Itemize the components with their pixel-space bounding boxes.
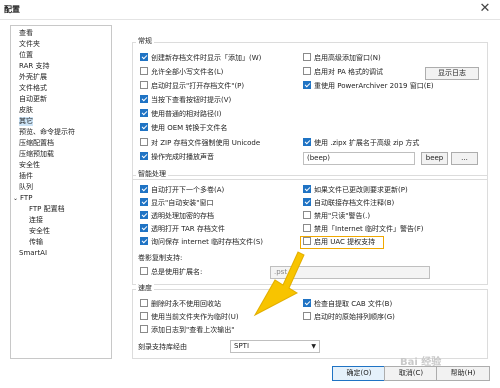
- general-option-11[interactable]: 重使用 PowerArchiver 2019 窗口(E): [303, 81, 434, 91]
- checkbox[interactable]: [140, 224, 148, 232]
- sidebar-item-locations[interactable]: 位置: [19, 51, 33, 60]
- sidebar-item-profiles[interactable]: 压缩配置档: [19, 139, 54, 148]
- checkbox[interactable]: [140, 109, 148, 117]
- checkbox[interactable]: [303, 312, 311, 320]
- ok-button[interactable]: 确定(O): [332, 366, 386, 381]
- smart-option-4[interactable]: 透明打开 TAR 存档文件: [140, 224, 225, 234]
- window-title: 配置: [4, 5, 20, 14]
- extension-input[interactable]: .pst: [270, 266, 430, 279]
- shadow-copy-label: 卷影复制支持:: [138, 254, 183, 262]
- sidebar-item-plugins[interactable]: 插件: [19, 172, 33, 181]
- checkbox[interactable]: [303, 81, 311, 89]
- checkbox[interactable]: [140, 198, 148, 206]
- sidebar-item-shell[interactable]: 外壳扩展: [19, 73, 47, 82]
- checkbox[interactable]: [140, 95, 148, 103]
- cancel-button[interactable]: 取消(C): [384, 366, 438, 381]
- smart-option-9[interactable]: 禁用「Internet 临时文件」警告(F): [303, 224, 424, 234]
- sidebar-item-security[interactable]: 安全性: [19, 161, 40, 170]
- smart-option-5[interactable]: 询问保存 internet 临时存档文件(S): [140, 237, 263, 247]
- smart-option-8[interactable]: 禁用"只读"警告(.): [303, 211, 370, 221]
- checkbox[interactable]: [140, 312, 148, 320]
- general-option-10[interactable]: 启用对 PA 格式的调试: [303, 67, 383, 77]
- checkbox[interactable]: [303, 299, 311, 307]
- checkbox[interactable]: [140, 211, 148, 219]
- smart-option-7[interactable]: 自动联接存档文件注释(B): [303, 198, 394, 208]
- checkbox[interactable]: [303, 67, 311, 75]
- section-speed-title: 速度: [136, 284, 154, 293]
- show-log-button[interactable]: 显示日志: [425, 67, 479, 80]
- browse-button[interactable]: ...: [451, 152, 478, 165]
- sidebar-item-connection[interactable]: 连接: [29, 216, 43, 225]
- settings-panel: 常规 创建新存档文件时显示「添加」(W) 允许全部小写文件名(L) 启动时显示"…: [120, 25, 490, 359]
- sidebar-item-view[interactable]: 查看: [19, 29, 33, 38]
- sidebar-item-smartai[interactable]: SmartAI: [19, 249, 47, 258]
- general-option-2[interactable]: 允许全部小写文件名(L): [140, 67, 223, 77]
- close-icon[interactable]: ✕: [478, 2, 492, 16]
- uac-highlight-box: [300, 236, 384, 249]
- general-option-1[interactable]: 创建新存档文件时显示「添加」(W): [140, 53, 261, 63]
- sidebar-item-label: FTP: [20, 194, 33, 202]
- general-option-9[interactable]: 启用高级添加窗口(N): [303, 53, 381, 63]
- general-option-6[interactable]: 使用 OEM 转换于文件名: [140, 123, 227, 133]
- smart-option-6[interactable]: 如果文件已更改则要求更新(P): [303, 185, 408, 195]
- sidebar-item-ftp[interactable]: ⌄ FTP: [13, 194, 32, 203]
- burn-engine-label: 刻录支持库经由: [138, 343, 187, 351]
- section-smart-title: 智能处理: [136, 170, 168, 179]
- burn-engine-select[interactable]: SPTI ▼: [230, 340, 320, 353]
- speed-option-5[interactable]: 启动时的原始排列顺序(G): [303, 312, 395, 322]
- watermark-logo: Bai 经验: [400, 357, 442, 368]
- smart-option-2[interactable]: 显示"自动安装"窗口: [140, 198, 213, 208]
- checkbox[interactable]: [140, 237, 148, 245]
- sidebar-item-preload[interactable]: 压缩预加载: [19, 150, 54, 159]
- checkbox[interactable]: [140, 123, 148, 131]
- title-bar: 配置 ✕: [0, 0, 500, 20]
- smart-option-11[interactable]: 总是使用扩展名:: [140, 267, 202, 277]
- chevron-down-icon: ▼: [311, 343, 316, 350]
- checkbox[interactable]: [140, 81, 148, 89]
- speed-option-3[interactable]: 添加日志到"查看上次输出": [140, 325, 234, 335]
- sidebar-item-preview[interactable]: 预览、命令提示符: [19, 128, 75, 137]
- sidebar-item-formats[interactable]: 文件格式: [19, 84, 47, 93]
- general-option-4[interactable]: 当按下查看按钮时提示(V): [140, 95, 231, 105]
- sidebar-item-misc[interactable]: 其它: [19, 117, 33, 126]
- general-option-7[interactable]: 对 ZIP 存档文件强制使用 Unicode: [140, 138, 260, 148]
- sound-input[interactable]: (beep): [303, 152, 415, 165]
- checkbox[interactable]: [140, 185, 148, 193]
- checkbox[interactable]: [303, 138, 311, 146]
- sidebar-item-ftp-security[interactable]: 安全性: [29, 227, 50, 236]
- beep-button[interactable]: beep: [421, 152, 448, 165]
- sidebar-item-ftp-profiles[interactable]: FTP 配置档: [29, 205, 65, 214]
- checkbox[interactable]: [140, 325, 148, 333]
- checkbox[interactable]: [303, 53, 311, 61]
- sidebar-item-updates[interactable]: 自动更新: [19, 95, 47, 104]
- general-option-5[interactable]: 使用普通的相对路径(I): [140, 109, 222, 119]
- help-button[interactable]: 帮助(H): [436, 366, 490, 381]
- smart-option-3[interactable]: 透明处理加密的存档: [140, 211, 214, 221]
- sidebar-item-queue[interactable]: 队列: [19, 183, 33, 192]
- sidebar-item-transfer[interactable]: 传输: [29, 238, 43, 247]
- checkbox[interactable]: [140, 152, 148, 160]
- sidebar-item-rar[interactable]: RAR 支持: [19, 62, 49, 71]
- chevron-down-icon[interactable]: ⌄: [13, 195, 18, 202]
- checkbox[interactable]: [303, 185, 311, 193]
- general-option-8[interactable]: 操作完成时播放声音: [140, 152, 214, 162]
- checkbox[interactable]: [140, 53, 148, 61]
- checkbox[interactable]: [303, 224, 311, 232]
- sidebar-item-folders[interactable]: 文件夹: [19, 40, 40, 49]
- general-option-3[interactable]: 启动时显示"打开存档文件"(P): [140, 81, 244, 91]
- smart-option-1[interactable]: 自动打开下一个多卷(A): [140, 185, 224, 195]
- checkbox[interactable]: [140, 299, 148, 307]
- section-general-title: 常规: [136, 37, 154, 46]
- speed-option-4[interactable]: 检查自提取 CAB 文件(B): [303, 299, 392, 309]
- checkbox[interactable]: [303, 198, 311, 206]
- checkbox[interactable]: [140, 138, 148, 146]
- checkbox[interactable]: [140, 67, 148, 75]
- sidebar-item-skins[interactable]: 皮肤: [19, 106, 33, 115]
- speed-option-1[interactable]: 删除时永不使用回收站: [140, 299, 221, 309]
- general-option-12[interactable]: 使用 .zipx 扩展名于高级 zip 方式: [303, 138, 419, 148]
- checkbox[interactable]: [303, 211, 311, 219]
- speed-option-2[interactable]: 使用当前文件夹作为临时(U): [140, 312, 239, 322]
- checkbox[interactable]: [140, 267, 148, 275]
- category-tree[interactable]: 查看 文件夹 位置 RAR 支持 外壳扩展 文件格式 自动更新 皮肤 其它 预览…: [10, 25, 112, 359]
